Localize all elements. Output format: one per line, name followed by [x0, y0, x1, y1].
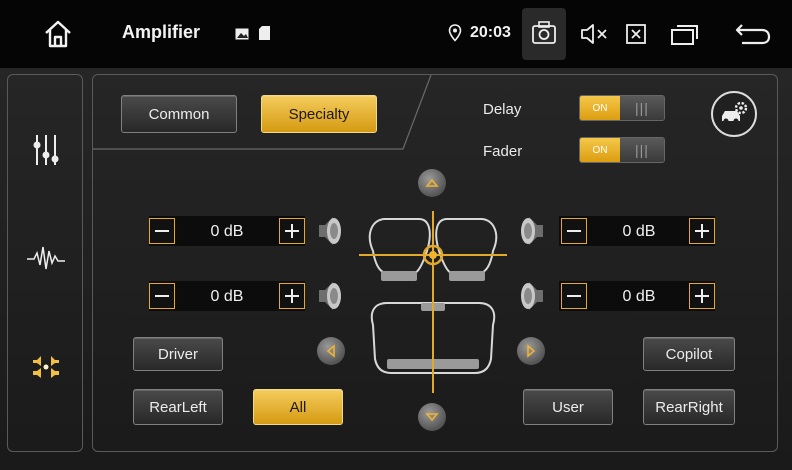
location-pin-icon: [448, 24, 462, 42]
status-bar: Amplifier 20:03: [0, 0, 792, 68]
rear-right-button[interactable]: RearRight: [643, 389, 735, 425]
sidebar: [7, 74, 83, 452]
rear-right-level: 0 dB: [622, 288, 656, 305]
tab-specialty[interactable]: Specialty: [261, 95, 377, 133]
sd-card-icon: [259, 26, 270, 40]
toggle-grip: |||: [620, 138, 664, 162]
driver-button[interactable]: Driver: [133, 337, 223, 371]
balance-right-button[interactable]: [517, 337, 545, 365]
rear-left-plus-button[interactable]: [279, 283, 305, 309]
user-button[interactable]: User: [523, 389, 613, 425]
equalizer-sliders-icon[interactable]: [32, 133, 60, 167]
speaker-icon: [519, 280, 545, 317]
fader-up-button[interactable]: [418, 169, 446, 197]
fader-toggle[interactable]: ON |||: [579, 137, 665, 163]
recent-apps-icon[interactable]: [670, 22, 700, 46]
copilot-button[interactable]: Copilot: [643, 337, 735, 371]
delay-label: Delay: [483, 101, 522, 118]
close-box-icon[interactable]: [626, 24, 646, 44]
front-right-level: 0 dB: [622, 223, 656, 240]
front-left-plus-button[interactable]: [279, 218, 305, 244]
car-settings-icon[interactable]: [711, 91, 757, 137]
rear-right-plus-button[interactable]: [689, 283, 715, 309]
speaker-icon: [519, 215, 545, 252]
delay-toggle[interactable]: ON |||: [579, 95, 665, 121]
image-icon: [235, 27, 249, 40]
speaker-icon: [317, 215, 343, 252]
sound-field-icon[interactable]: [30, 351, 62, 383]
front-right-minus-button[interactable]: [561, 218, 587, 244]
front-left-level: 0 dB: [210, 223, 244, 240]
rear-left-minus-button[interactable]: [149, 283, 175, 309]
balance-left-button[interactable]: [317, 337, 345, 365]
rear-left-button[interactable]: RearLeft: [133, 389, 223, 425]
volume-mute-icon[interactable]: [580, 23, 608, 45]
tab-common[interactable]: Common: [121, 95, 237, 133]
front-right-plus-button[interactable]: [689, 218, 715, 244]
delay-toggle-state: ON: [580, 96, 620, 120]
car-seat-diagram[interactable]: [359, 211, 507, 393]
home-icon[interactable]: [42, 18, 74, 50]
fader-toggle-state: ON: [580, 138, 620, 162]
fader-label: Fader: [483, 143, 523, 160]
back-icon[interactable]: [734, 22, 772, 46]
screenshot-button[interactable]: [522, 8, 566, 60]
all-button[interactable]: All: [253, 389, 343, 425]
front-left-minus-button[interactable]: [149, 218, 175, 244]
toggle-grip: |||: [620, 96, 664, 120]
rear-left-level: 0 dB: [210, 288, 244, 305]
app-title: Amplifier: [122, 22, 201, 42]
waveform-icon[interactable]: [26, 243, 66, 273]
fader-down-button[interactable]: [418, 403, 446, 431]
speaker-icon: [317, 280, 343, 317]
rear-right-minus-button[interactable]: [561, 283, 587, 309]
clock: 20:03: [470, 24, 511, 41]
amplifier-panel: Common Specialty Delay ON ||| Fader ON |…: [92, 74, 778, 452]
main-area: Common Specialty Delay ON ||| Fader ON |…: [0, 68, 792, 470]
